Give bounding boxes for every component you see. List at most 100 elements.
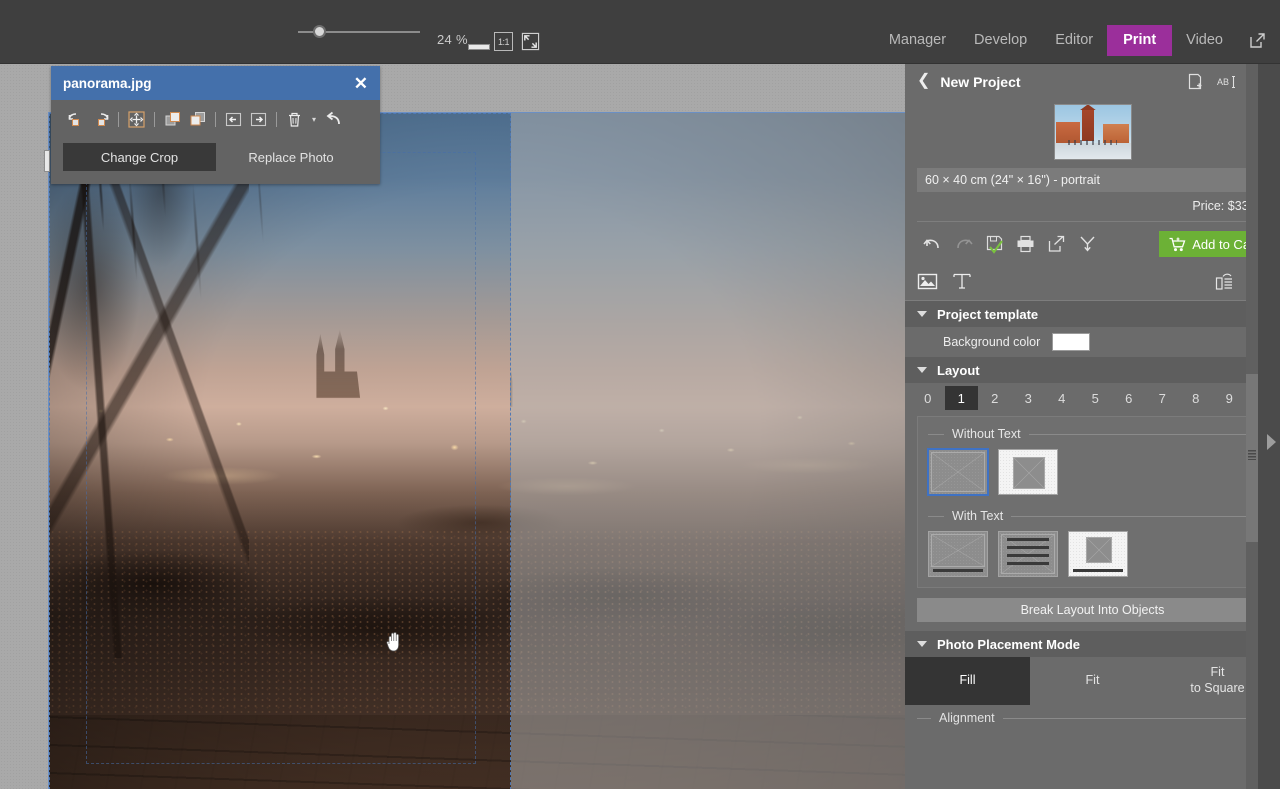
layout-count-3[interactable]: 3 <box>1012 386 1046 410</box>
thumb-tower <box>1081 109 1095 141</box>
layout-thumbnail-box: Without Text With Text <box>917 416 1268 588</box>
section-title: Photo Placement Mode <box>937 636 1081 652</box>
photo-context-panel[interactable]: panorama.jpg ✕ ▾ Change Crop Replace Pho… <box>51 66 380 184</box>
fit-screen-icon <box>521 32 540 51</box>
collapse-panel-arrow[interactable] <box>1267 434 1276 450</box>
layout-count-2[interactable]: 2 <box>978 386 1012 410</box>
replace-photo-button[interactable]: Replace Photo <box>216 143 366 171</box>
photo-panel-filename: panorama.jpg <box>63 75 152 91</box>
zoom-percent-label: 24 % <box>437 32 468 47</box>
rotate-left-icon[interactable] <box>63 107 88 131</box>
print-button[interactable] <box>1010 231 1041 257</box>
layout-thumb-photo-text-lines[interactable] <box>998 531 1058 577</box>
export-button[interactable] <box>1041 231 1072 257</box>
panel-right-gutter <box>1258 64 1280 789</box>
page-thumbnail-area <box>905 100 1280 168</box>
break-layout-button[interactable]: Break Layout Into Objects <box>917 598 1268 622</box>
section-project-template[interactable]: Project template <box>905 301 1280 327</box>
placement-fit[interactable]: Fit <box>1030 657 1155 705</box>
text-tab[interactable] <box>952 271 972 291</box>
divider <box>928 515 944 517</box>
project-header: ❮ New Project AB <box>905 64 1280 100</box>
section-layout[interactable]: Layout <box>905 357 1280 383</box>
flip-horizontal-left-icon[interactable] <box>221 107 246 131</box>
divider <box>928 433 944 435</box>
page-thumbnail[interactable] <box>1053 104 1132 160</box>
placement-fill[interactable]: Fill <box>905 657 1030 705</box>
zoom-control-group <box>298 22 420 42</box>
close-icon[interactable]: ✕ <box>354 75 368 92</box>
section-title: Layout <box>937 362 980 378</box>
layout-count-6[interactable]: 6 <box>1112 386 1146 410</box>
layout-properties-icon[interactable] <box>1215 272 1234 291</box>
fit-content-icon[interactable] <box>124 107 149 131</box>
rename-page-icon[interactable]: AB <box>1217 74 1237 90</box>
layout-count-4[interactable]: 4 <box>1045 386 1079 410</box>
zoom-100-button[interactable]: 1:1 <box>494 32 513 51</box>
group-label: Without Text <box>952 427 1021 441</box>
dropdown-caret-icon[interactable]: ▾ <box>307 108 321 130</box>
layout-thumb-full-bleed[interactable] <box>927 448 989 496</box>
chevron-down-icon <box>917 311 927 317</box>
layout-thumb-inset-photo-caption[interactable] <box>1068 531 1128 577</box>
mode-print[interactable]: Print <box>1107 25 1173 56</box>
background-color-swatch[interactable] <box>1052 333 1091 351</box>
layout-count-7[interactable]: 7 <box>1146 386 1180 410</box>
photo-panel-titlebar: panorama.jpg ✕ <box>51 66 380 100</box>
zoom-slider-knob[interactable] <box>313 25 326 38</box>
layout-count-9[interactable]: 9 <box>1213 386 1247 410</box>
undo-button[interactable] <box>917 231 948 257</box>
layout-thumb-inset-white[interactable] <box>998 449 1058 495</box>
placed-photo[interactable] <box>49 113 905 789</box>
print-size-value: 60 × 40 cm (24" × 16") - portrait <box>925 173 1100 187</box>
layout-count-5[interactable]: 5 <box>1079 386 1113 410</box>
divider <box>1011 515 1257 517</box>
save-button[interactable] <box>979 231 1010 257</box>
bring-forward-icon[interactable] <box>160 107 185 131</box>
mode-develop[interactable]: Develop <box>960 26 1041 55</box>
background-color-row: Background color <box>905 327 1280 357</box>
merge-button[interactable] <box>1072 231 1103 257</box>
undo-icon[interactable] <box>321 107 346 131</box>
layout-count-8[interactable]: 8 <box>1179 386 1213 410</box>
toolbar-divider <box>215 111 216 127</box>
placement-fit-to-square-line2: to Square <box>1190 681 1245 695</box>
section-photo-placement-mode[interactable]: Photo Placement Mode <box>905 631 1280 657</box>
svg-text:AB: AB <box>1217 77 1229 87</box>
price-label: Price: $33.99 <box>1192 199 1266 213</box>
back-chevron-icon[interactable]: ❮ <box>917 73 930 89</box>
group-label: With Text <box>952 509 1004 523</box>
print-size-select[interactable]: 60 × 40 cm (24" × 16") - portrait <box>917 168 1268 192</box>
project-action-toolbar: Add to Cart <box>905 222 1280 267</box>
delete-icon[interactable] <box>282 107 307 131</box>
layout-count-0[interactable]: 0 <box>911 386 945 410</box>
flip-horizontal-right-icon[interactable] <box>246 107 271 131</box>
mode-editor[interactable]: Editor <box>1041 26 1107 55</box>
divider <box>1002 717 1268 719</box>
cart-icon <box>1169 237 1186 251</box>
placement-fit-to-square-line1: Fit <box>1210 665 1225 680</box>
divider <box>917 717 931 719</box>
mode-video[interactable]: Video <box>1172 26 1237 55</box>
image-tab[interactable] <box>917 272 938 291</box>
change-crop-button[interactable]: Change Crop <box>63 143 216 171</box>
background-color-label: Background color <box>943 335 1041 349</box>
divider <box>1028 433 1257 435</box>
send-backward-icon[interactable] <box>185 107 210 131</box>
new-page-icon[interactable] <box>1187 73 1204 91</box>
redo-button[interactable] <box>948 231 979 257</box>
layout-thumb-photo-caption-bottom[interactable] <box>928 531 988 577</box>
zoom-slider[interactable] <box>298 22 420 42</box>
rotate-right-icon[interactable] <box>88 107 113 131</box>
toolbar-divider <box>276 111 277 127</box>
layout-count-1[interactable]: 1 <box>944 386 978 410</box>
zoom-fit-button[interactable] <box>521 32 540 51</box>
vertical-scrollbar[interactable] <box>1246 64 1258 789</box>
with-text-thumbs <box>928 531 1257 577</box>
mode-manager[interactable]: Manager <box>875 26 960 55</box>
open-external-icon[interactable] <box>1249 32 1266 49</box>
page-title: New Project <box>940 74 1021 90</box>
app-root: 24 % 1:1 Manager Develop Editor Print Vi… <box>0 0 1280 789</box>
chevron-down-icon <box>917 367 927 373</box>
without-text-thumbs <box>927 448 1257 496</box>
